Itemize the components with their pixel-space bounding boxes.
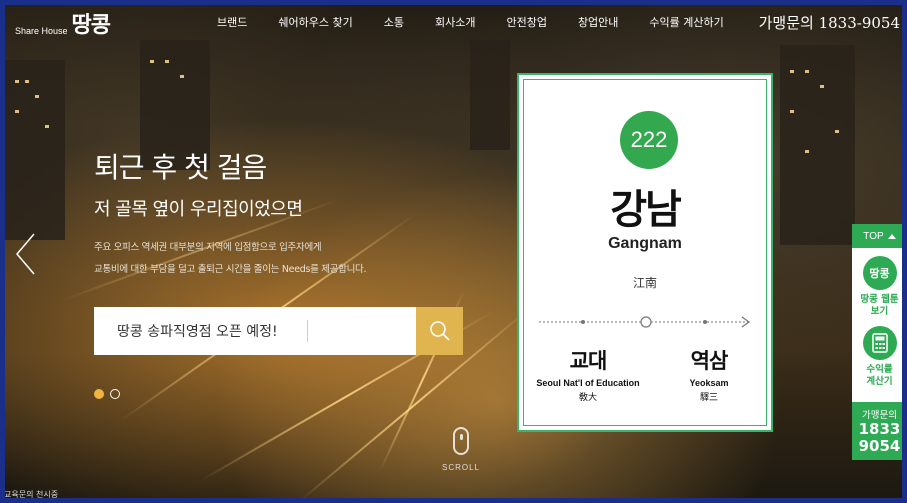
prev-slide-arrow-icon[interactable]: [14, 232, 38, 276]
calculator-label-line-2: 계산기: [866, 375, 893, 387]
notice-text: 땅콩 송파직영점 오픈 예정!: [117, 324, 278, 340]
call-label: 가맹문의: [862, 409, 897, 421]
mouse-icon: [453, 427, 469, 455]
nav-community[interactable]: 소통: [384, 14, 404, 30]
slider-dots: [94, 389, 126, 399]
calculator-label-line-1: 수익률: [866, 363, 893, 375]
webtoon-label-line-2: 보기: [870, 305, 889, 317]
top-button[interactable]: TOP: [852, 224, 907, 248]
franchise-phone[interactable]: 가맹문의 1833-9054: [759, 12, 900, 33]
slider-dot-2[interactable]: [110, 389, 120, 399]
search-icon: [429, 321, 450, 341]
logo-small-text: Share House: [15, 26, 68, 36]
call-number-1: 1833: [858, 419, 901, 438]
scroll-label: SCROLL: [441, 463, 480, 472]
nav-franchise-guide[interactable]: 창업안내: [578, 14, 618, 30]
main-nav: 브랜드 쉐어하우스 찾기 소통 회사소개 안전창업 창업안내 수익률 계산하기: [217, 14, 755, 30]
call-number-2: 9054: [858, 436, 901, 455]
nav-about[interactable]: 회사소개: [435, 14, 475, 30]
line-direction-arrow-icon: [539, 316, 751, 328]
next-station-en: Yeoksam: [689, 378, 729, 388]
quick-menu: TOP 땅콩 땅콩 웹툰 보기 수익률 계산기 가맹문의 1833 9054: [852, 224, 907, 460]
franchise-call-box[interactable]: 가맹문의 1833 9054: [852, 401, 907, 460]
nav-safe-startup[interactable]: 안전창업: [506, 14, 546, 30]
calculator-label: 수익률 계산기: [852, 364, 907, 388]
top-label: TOP: [863, 230, 884, 242]
station-name-hanja: 江南: [632, 276, 657, 290]
station-sign-card: 222 강남 Gangnam 江南 교대 Seoul Nat'l of Educ…: [517, 73, 773, 432]
prev-station-en: Seoul Nat'l of Education: [536, 378, 640, 388]
peanut-logo-icon: 땅콩: [862, 256, 897, 290]
next-station: 역삼 Yeoksam 驛三: [664, 345, 754, 403]
webtoon-label-line-1: 땅콩 웹툰: [860, 294, 899, 305]
station-sign-inner: 222 강남 Gangnam 江南 교대 Seoul Nat'l of Educ…: [523, 79, 767, 426]
station-number-badge: 222: [620, 111, 678, 169]
prev-station-ko: 교대: [569, 349, 608, 373]
nav-profit-calculator[interactable]: 수익률 계산하기: [649, 14, 723, 30]
footer-corner-text: 교육문의 천시중: [4, 490, 59, 499]
calculator-link[interactable]: 수익률 계산기: [852, 325, 907, 388]
search-button[interactable]: [416, 307, 463, 355]
notice-search-box[interactable]: 땅콩 송파직영점 오픈 예정!: [94, 307, 416, 355]
search-divider: [307, 320, 308, 342]
quick-panel: 땅콩 땅콩 웹툰 보기 수익률 계산기: [852, 248, 907, 402]
hero-desc-line-1: 주요 오피스 역세권 대부분의 지역에 입점함으로 입주자에게: [94, 242, 322, 253]
station-name-en: Gangnam: [608, 235, 682, 252]
brand-logo[interactable]: Share House 땅콩: [15, 7, 111, 39]
hero-title: 퇴근 후 첫 걸음: [94, 151, 267, 184]
calculator-icon: [862, 325, 897, 360]
station-name-ko: 강남: [610, 187, 682, 233]
caret-up-icon: [887, 234, 896, 239]
next-station-hanja: 驛三: [699, 393, 718, 403]
webtoon-link[interactable]: 땅콩 땅콩 웹툰 보기: [852, 256, 907, 318]
scroll-indicator[interactable]: SCROLL: [439, 427, 483, 472]
webtoon-label: 땅콩 웹툰 보기: [852, 294, 907, 318]
prev-station-hanja: 敎大: [578, 393, 597, 403]
site-header: Share House 땅콩 브랜드 쉐어하우스 찾기 소통 회사소개 안전창업…: [5, 5, 902, 41]
nav-find-sharehouse[interactable]: 쉐어하우스 찾기: [278, 14, 352, 30]
logo-big-text: 땅콩: [71, 13, 111, 38]
next-station-ko: 역삼: [690, 349, 729, 373]
hero-desc-line-2: 교통비에 대한 부담을 덜고 출퇴근 시간을 줄이는 Needs를 제공합니다.: [94, 264, 367, 275]
slider-dot-1[interactable]: [94, 389, 104, 399]
nav-brand[interactable]: 브랜드: [217, 14, 247, 30]
prev-station: 교대 Seoul Nat'l of Education 敎大: [528, 345, 648, 403]
hero-subtitle: 저 골목 옆이 우리집이었으면: [94, 199, 303, 220]
